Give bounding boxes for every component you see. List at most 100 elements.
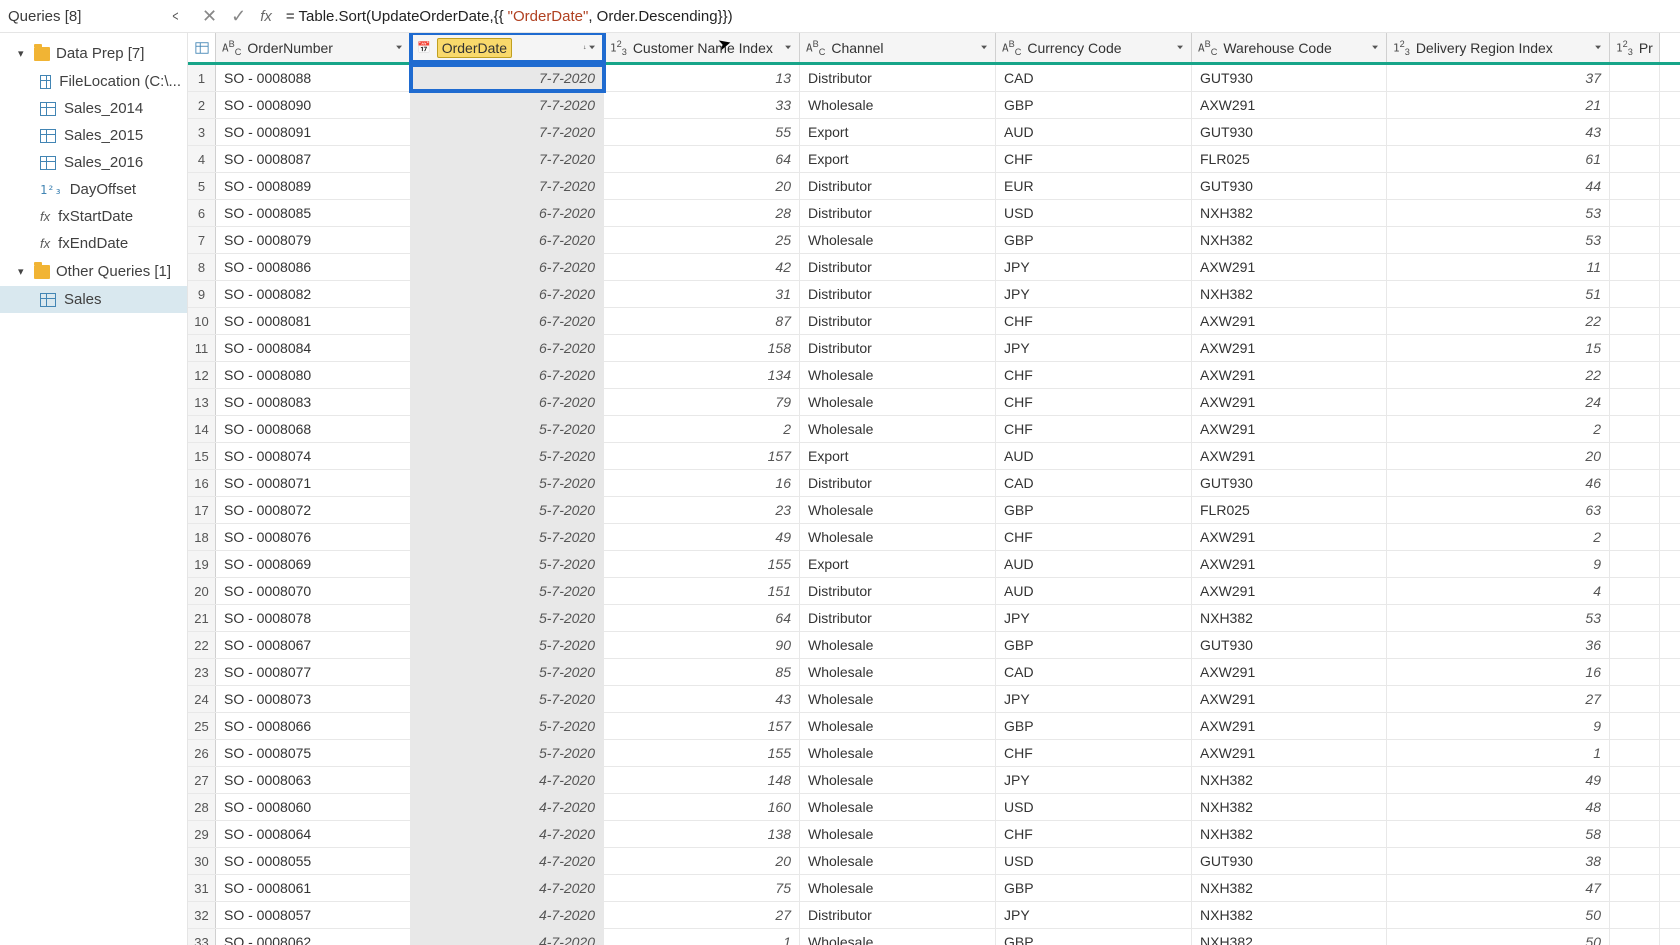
cell-ordernumber[interactable]: SO - 0008088 — [216, 65, 411, 91]
cell-currency[interactable]: CHF — [996, 821, 1192, 847]
cell-customerindex[interactable]: 87 — [604, 308, 800, 334]
cell-customerindex[interactable]: 151 — [604, 578, 800, 604]
table-row[interactable]: 20SO - 00080705-7-2020151DistributorAUDA… — [188, 578, 1680, 605]
cell-channel[interactable]: Distributor — [800, 308, 996, 334]
cell-region[interactable]: 16 — [1387, 659, 1610, 685]
cell-region[interactable]: 20 — [1387, 443, 1610, 469]
cell-channel[interactable]: Wholesale — [800, 362, 996, 388]
table-row[interactable]: 30SO - 00080554-7-202020WholesaleUSDGUT9… — [188, 848, 1680, 875]
row-number[interactable]: 30 — [188, 848, 216, 874]
row-number[interactable]: 3 — [188, 119, 216, 145]
cell-channel[interactable]: Distributor — [800, 281, 996, 307]
cell-region[interactable]: 11 — [1387, 254, 1610, 280]
cell-warehouse[interactable]: AXW291 — [1192, 524, 1387, 550]
cell-currency[interactable]: USD — [996, 848, 1192, 874]
cell-customerindex[interactable]: 55 — [604, 119, 800, 145]
cell-customerindex[interactable]: 33 — [604, 92, 800, 118]
sidebar-item[interactable]: Sales_2014 — [0, 95, 187, 122]
cell-customerindex[interactable]: 155 — [604, 740, 800, 766]
cell-orderdate[interactable]: 6-7-2020 — [411, 281, 604, 307]
cell-ordernumber[interactable]: SO - 0008079 — [216, 227, 411, 253]
cell-region[interactable]: 53 — [1387, 605, 1610, 631]
cell-warehouse[interactable]: GUT930 — [1192, 848, 1387, 874]
cell-currency[interactable]: GBP — [996, 929, 1192, 945]
cell-customerindex[interactable]: 13 — [604, 65, 800, 91]
cell-pr[interactable] — [1610, 146, 1660, 172]
cell-channel[interactable]: Distributor — [800, 254, 996, 280]
cell-currency[interactable]: JPY — [996, 686, 1192, 712]
row-number[interactable]: 21 — [188, 605, 216, 631]
cell-channel[interactable]: Wholesale — [800, 794, 996, 820]
table-row[interactable]: 12SO - 00080806-7-2020134WholesaleCHFAXW… — [188, 362, 1680, 389]
row-number[interactable]: 20 — [188, 578, 216, 604]
cell-customerindex[interactable]: 64 — [604, 605, 800, 631]
row-number[interactable]: 8 — [188, 254, 216, 280]
cell-customerindex[interactable]: 75 — [604, 875, 800, 901]
cell-currency[interactable]: GBP — [996, 875, 1192, 901]
cell-customerindex[interactable]: 157 — [604, 443, 800, 469]
cell-region[interactable]: 49 — [1387, 767, 1610, 793]
row-number[interactable]: 6 — [188, 200, 216, 226]
cell-orderdate[interactable]: 6-7-2020 — [411, 227, 604, 253]
cell-orderdate[interactable]: 7-7-2020 — [411, 65, 604, 91]
row-number[interactable]: 9 — [188, 281, 216, 307]
cell-warehouse[interactable]: AXW291 — [1192, 443, 1387, 469]
cell-customerindex[interactable]: 16 — [604, 470, 800, 496]
table-row[interactable]: 5SO - 00080897-7-202020DistributorEURGUT… — [188, 173, 1680, 200]
cell-ordernumber[interactable]: SO - 0008060 — [216, 794, 411, 820]
cell-channel[interactable]: Distributor — [800, 200, 996, 226]
cell-customerindex[interactable]: 43 — [604, 686, 800, 712]
cell-channel[interactable]: Wholesale — [800, 686, 996, 712]
cell-orderdate[interactable]: 5-7-2020 — [411, 578, 604, 604]
cell-currency[interactable]: AUD — [996, 443, 1192, 469]
row-number[interactable]: 11 — [188, 335, 216, 361]
cell-ordernumber[interactable]: SO - 0008080 — [216, 362, 411, 388]
cell-region[interactable]: 22 — [1387, 362, 1610, 388]
sidebar-item[interactable]: 1²₃DayOffset — [0, 176, 187, 203]
row-number[interactable]: 1 — [188, 65, 216, 91]
cell-region[interactable]: 27 — [1387, 686, 1610, 712]
cell-warehouse[interactable]: NXH382 — [1192, 821, 1387, 847]
cell-region[interactable]: 36 — [1387, 632, 1610, 658]
cell-orderdate[interactable]: 6-7-2020 — [411, 335, 604, 361]
cell-orderdate[interactable]: 7-7-2020 — [411, 146, 604, 172]
cell-region[interactable]: 9 — [1387, 713, 1610, 739]
cell-currency[interactable]: CAD — [996, 65, 1192, 91]
cell-orderdate[interactable]: 4-7-2020 — [411, 902, 604, 928]
cell-warehouse[interactable]: AXW291 — [1192, 578, 1387, 604]
cell-channel[interactable]: Wholesale — [800, 875, 996, 901]
sidebar-group-other[interactable]: ▾ Other Queries [1] — [0, 257, 187, 286]
cell-ordernumber[interactable]: SO - 0008091 — [216, 119, 411, 145]
cell-region[interactable]: 43 — [1387, 119, 1610, 145]
cell-region[interactable]: 2 — [1387, 416, 1610, 442]
cell-warehouse[interactable]: NXH382 — [1192, 227, 1387, 253]
cell-ordernumber[interactable]: SO - 0008073 — [216, 686, 411, 712]
cell-ordernumber[interactable]: SO - 0008067 — [216, 632, 411, 658]
cell-ordernumber[interactable]: SO - 0008070 — [216, 578, 411, 604]
table-row[interactable]: 27SO - 00080634-7-2020148WholesaleJPYNXH… — [188, 767, 1680, 794]
cell-customerindex[interactable]: 1 — [604, 929, 800, 945]
row-number[interactable]: 13 — [188, 389, 216, 415]
cell-region[interactable]: 61 — [1387, 146, 1610, 172]
cell-pr[interactable] — [1610, 443, 1660, 469]
table-row[interactable]: 33SO - 00080624-7-20201WholesaleGBPNXH38… — [188, 929, 1680, 945]
cell-warehouse[interactable]: AXW291 — [1192, 308, 1387, 334]
cell-region[interactable]: 1 — [1387, 740, 1610, 766]
table-row[interactable]: 10SO - 00080816-7-202087DistributorCHFAX… — [188, 308, 1680, 335]
cell-currency[interactable]: JPY — [996, 902, 1192, 928]
cell-warehouse[interactable]: AXW291 — [1192, 713, 1387, 739]
cell-channel[interactable]: Wholesale — [800, 821, 996, 847]
column-header-pr[interactable]: 123 Pr — [1610, 33, 1660, 62]
table-row[interactable]: 3SO - 00080917-7-202055ExportAUDGUT93043 — [188, 119, 1680, 146]
cell-warehouse[interactable]: NXH382 — [1192, 767, 1387, 793]
cell-pr[interactable] — [1610, 524, 1660, 550]
cell-currency[interactable]: JPY — [996, 767, 1192, 793]
cell-customerindex[interactable]: 85 — [604, 659, 800, 685]
column-header-currency[interactable]: ABC Currency Code ▼ — [996, 33, 1192, 62]
cell-ordernumber[interactable]: SO - 0008061 — [216, 875, 411, 901]
cell-currency[interactable]: AUD — [996, 551, 1192, 577]
cell-pr[interactable] — [1610, 578, 1660, 604]
cell-ordernumber[interactable]: SO - 0008085 — [216, 200, 411, 226]
cell-region[interactable]: 37 — [1387, 65, 1610, 91]
cell-orderdate[interactable]: 5-7-2020 — [411, 416, 604, 442]
